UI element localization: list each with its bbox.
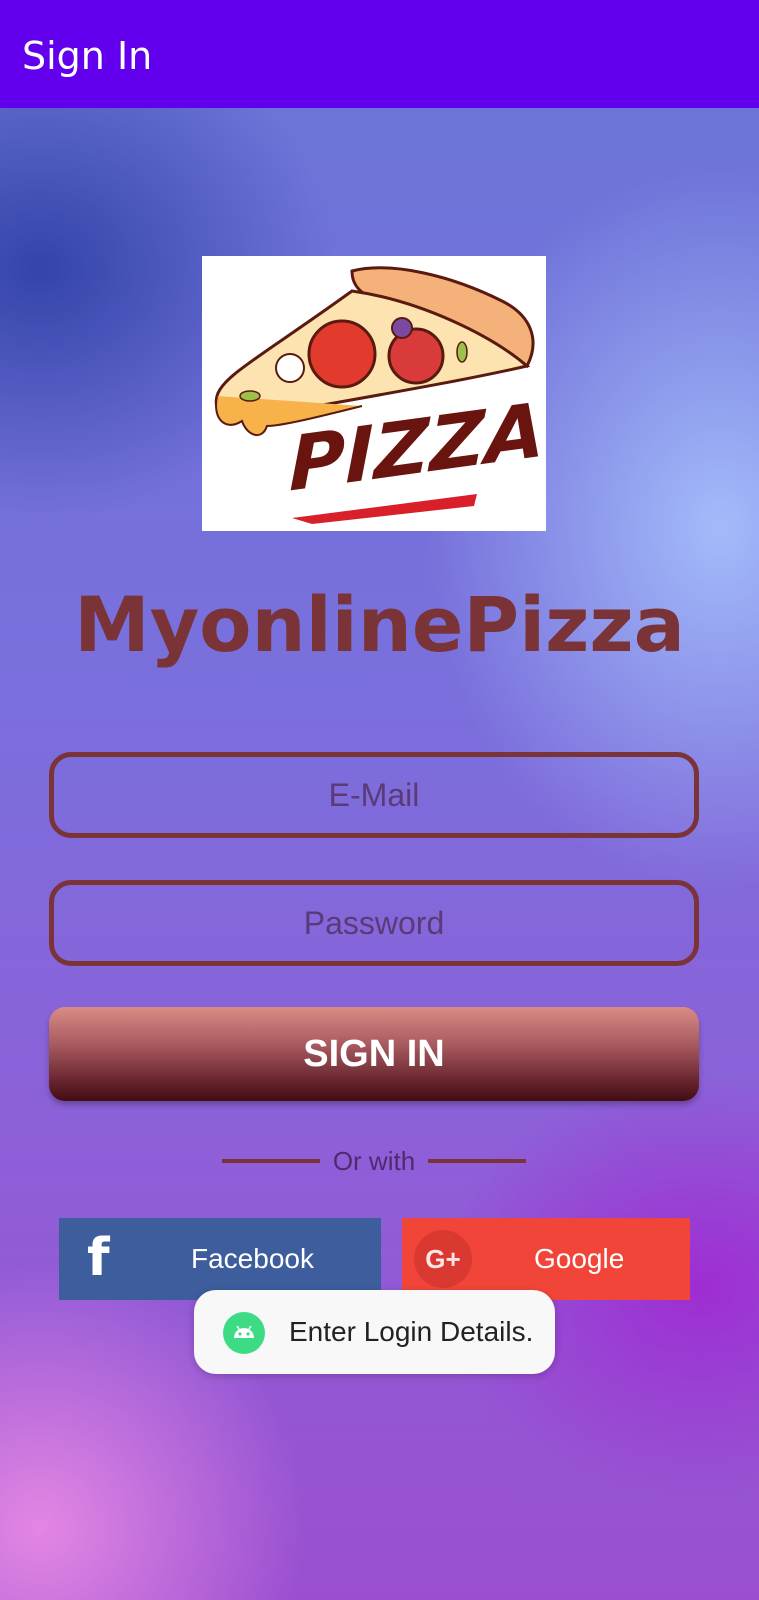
google-label: Google: [534, 1243, 625, 1274]
divider-line-left: [222, 1159, 320, 1163]
android-robot-icon: [234, 1325, 254, 1338]
email-field[interactable]: E-Mail: [49, 752, 699, 838]
email-placeholder: E-Mail: [328, 777, 420, 813]
app-bar-title: Sign In: [22, 34, 153, 78]
toast-message: Enter Login Details.: [289, 1316, 534, 1347]
facebook-button[interactable]: f Facebook: [59, 1218, 381, 1300]
app-bar: Sign In: [0, 0, 759, 108]
or-with-label: Or with: [332, 1146, 416, 1176]
android-icon: [223, 1312, 265, 1354]
facebook-icon: f: [87, 1228, 110, 1288]
divider-line-right: [428, 1159, 526, 1163]
sign-in-button[interactable]: SIGN IN: [49, 1007, 699, 1101]
google-plus-icon: G+: [414, 1230, 472, 1288]
google-button[interactable]: G+ Google: [402, 1218, 690, 1300]
password-field[interactable]: Password: [49, 880, 699, 966]
facebook-label: Facebook: [191, 1243, 314, 1274]
brand-name: MyonlinePizza: [74, 580, 685, 669]
password-placeholder: Password: [303, 905, 445, 941]
or-with-divider: Or with: [0, 1146, 759, 1176]
pizza-logo: PIZZA: [202, 256, 546, 531]
toast: Enter Login Details.: [194, 1290, 555, 1374]
